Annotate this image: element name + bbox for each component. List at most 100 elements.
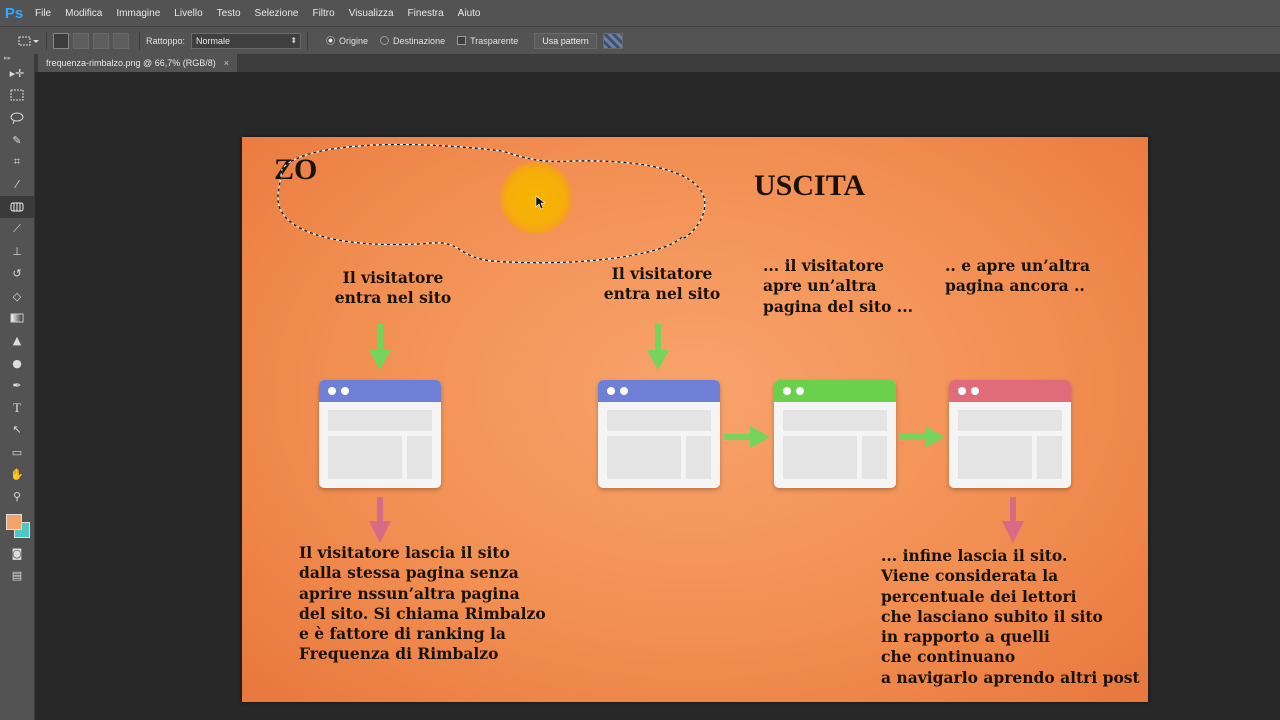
hand-tool-icon[interactable]: ✋ (0, 463, 34, 485)
clone-stamp-tool-icon[interactable]: ⊥ (0, 240, 34, 262)
use-pattern-button[interactable]: Usa pattern (534, 32, 597, 49)
menu-immagine[interactable]: Immagine (109, 8, 167, 19)
destination-radio[interactable] (380, 36, 390, 45)
text-line: che lasciano subito il sito (881, 606, 1103, 626)
options-separator (139, 31, 140, 50)
document-tab[interactable]: frequenza-rimbalzo.png @ 66,7% (RGB/8) × (38, 54, 237, 72)
selection-new-button[interactable] (53, 32, 69, 49)
text-line: apre un’altra (763, 276, 877, 296)
text-line: a navigarlo aprendo altri post (881, 667, 1140, 687)
foreground-color-swatch[interactable] (6, 513, 22, 530)
exit-enter-text: Il visitatore entra nel sito (589, 264, 735, 305)
text-line: .. e apre un’altra (945, 256, 1090, 275)
menu-bar: Ps File Modifica Immagine Livello Testo … (0, 0, 1280, 26)
zoom-tool-icon[interactable]: ⚲ (0, 486, 34, 508)
patch-label: Rattoppo: (146, 35, 186, 46)
arrow-down-green (647, 324, 669, 370)
tools-panel: ▸▸ ▸✛ ✎ ⌗ ⁄ ⟋ ⊥ ↺ ◇ ▲ ● ✒ T ↖ ▭ ✋ ⚲ ◙ ▤ (0, 54, 35, 720)
close-icon[interactable]: × (224, 58, 229, 68)
browser-page-red (949, 380, 1071, 488)
text-line: ... il visitatore (763, 256, 884, 275)
text-line: e è fattore di ranking la (299, 624, 506, 644)
text-line: in rapporto a quelli (881, 627, 1050, 647)
text-line: Il visitatore (611, 264, 713, 283)
text-line: percentuale dei lettori (881, 586, 1077, 606)
menu-file[interactable]: File (28, 8, 58, 19)
transparent-checkbox[interactable] (457, 36, 467, 45)
photoshop-logo[interactable]: Ps (0, 0, 28, 26)
text-line: entra nel sito (603, 284, 721, 304)
dodge-tool-icon[interactable]: ● (0, 352, 34, 374)
arrow-down-pink (1002, 497, 1024, 543)
patch-mode-select[interactable]: Normale (191, 32, 302, 49)
text-line: pagina del sito ... (763, 296, 913, 316)
brush-tool-icon[interactable]: ⟋ (0, 218, 34, 240)
destination-label: Destinazione (393, 35, 446, 46)
menu-finestra[interactable]: Finestra (401, 8, 451, 19)
source-label: Origine (339, 35, 369, 46)
shape-tool-icon[interactable]: ▭ (0, 441, 34, 463)
browser-title-bar (774, 380, 896, 402)
browser-page-blue (598, 380, 720, 488)
screen-mode-icon[interactable]: ▤ (0, 564, 34, 586)
selection-add-button[interactable] (73, 32, 89, 49)
menu-filtro[interactable]: Filtro (305, 8, 341, 19)
pen-tool-icon[interactable]: ✒ (0, 374, 34, 396)
text-line: aprire nssun’altra pagina (299, 583, 520, 603)
arrow-right-green (724, 426, 770, 448)
panel-collapse-icon[interactable]: ▸▸ (0, 54, 34, 62)
type-tool-icon[interactable]: T (0, 396, 34, 418)
history-brush-tool-icon[interactable]: ↺ (0, 263, 34, 285)
menu-modifica[interactable]: Modifica (58, 8, 109, 19)
options-separator (307, 31, 309, 50)
arrow-down-green (369, 324, 391, 370)
bounce-enter-text: Il visitatore entra nel sito (320, 268, 466, 309)
document-canvas[interactable]: ZO USCITA Il visitatore entra nel sito I… (242, 137, 1148, 702)
source-radio[interactable] (326, 36, 336, 45)
quick-selection-tool-icon[interactable]: ✎ (0, 129, 34, 151)
eraser-tool-icon[interactable]: ◇ (0, 285, 34, 307)
bounce-leave-text: Il visitatore lascia il sito dalla stess… (299, 543, 546, 665)
options-bar: Rattoppo: Normale Origine Destinazione T… (0, 26, 1280, 55)
arrow-right-green (899, 426, 945, 448)
text-line: Frequenza di Rimbalzo (299, 644, 499, 664)
browser-page-green (774, 380, 896, 488)
browser-title-bar (319, 380, 441, 402)
lasso-tool-icon[interactable] (0, 107, 34, 129)
marquee-tool-icon[interactable] (0, 84, 34, 106)
arrow-down-pink (369, 497, 391, 543)
transparent-label: Trasparente (470, 35, 519, 46)
move-tool-icon[interactable]: ▸✛ (0, 62, 34, 84)
exit-leave-text: ... infine lascia il sito. Viene conside… (881, 546, 1140, 688)
menu-livello[interactable]: Livello (167, 8, 209, 19)
menu-visualizza[interactable]: Visualizza (342, 8, 401, 19)
text-line: ... infine lascia il sito. (881, 546, 1068, 565)
gradient-tool-icon[interactable] (0, 307, 34, 329)
eyedropper-tool-icon[interactable]: ⁄ (0, 173, 34, 195)
color-swatches[interactable] (0, 508, 34, 542)
browser-title-bar (598, 380, 720, 402)
menu-selezione[interactable]: Selezione (248, 8, 306, 19)
quick-mask-icon[interactable]: ◙ (0, 542, 34, 564)
text-line: dalla stessa pagina senza (299, 563, 519, 583)
selection-subtract-button[interactable] (93, 32, 109, 49)
text-line: Il visitatore (342, 268, 444, 287)
selection-intersect-button[interactable] (113, 32, 129, 49)
browser-title-bar (949, 380, 1071, 402)
blur-tool-icon[interactable]: ▲ (0, 330, 34, 352)
patch-tool-icon[interactable] (0, 195, 34, 219)
exit-next-page-text: ... il visitatore apre un’altra pagina d… (763, 256, 913, 317)
path-selection-tool-icon[interactable]: ↖ (0, 419, 34, 441)
text-line: che continuano (881, 647, 1016, 667)
pattern-picker[interactable] (602, 32, 623, 49)
menu-testo[interactable]: Testo (210, 8, 248, 19)
menu-aiuto[interactable]: Aiuto (451, 8, 488, 19)
text-line: entra nel sito (334, 288, 452, 308)
exit-another-page-text: .. e apre un’altra pagina ancora .. (945, 256, 1090, 297)
document-tab-title: frequenza-rimbalzo.png @ 66,7% (RGB/8) (46, 58, 216, 68)
text-line: Viene considerata la (881, 566, 1059, 586)
browser-page-blue (319, 380, 441, 488)
text-line: pagina ancora .. (945, 276, 1085, 296)
tool-preset-picker[interactable] (16, 32, 40, 50)
crop-tool-icon[interactable]: ⌗ (0, 151, 34, 173)
